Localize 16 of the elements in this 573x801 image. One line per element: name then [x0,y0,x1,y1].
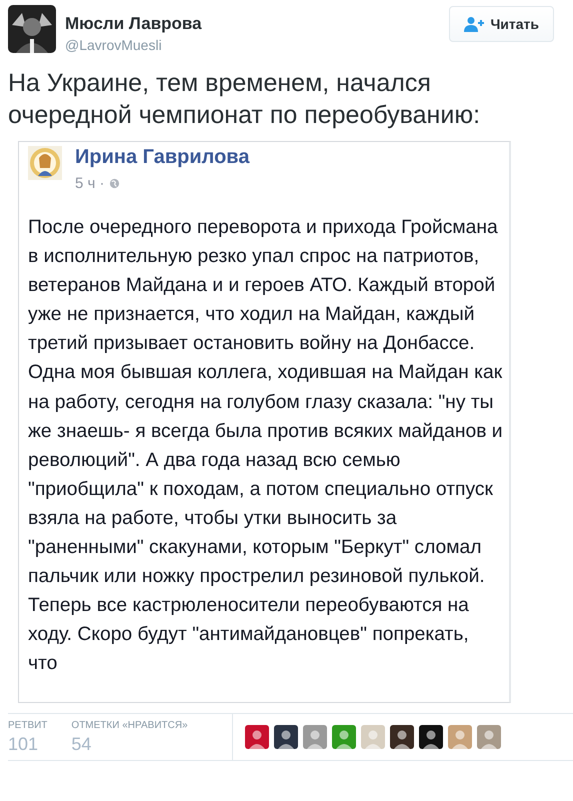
stat-label: РЕТВИТ [8,720,48,731]
stat-label: ОТМЕТКИ «НРАВИТСЯ» [71,720,188,731]
add-user-icon [464,16,484,32]
avatar[interactable] [390,725,414,749]
avatar[interactable] [419,725,443,749]
stat-value[interactable]: 54 [71,734,188,755]
tweet-text: На Украине, тем временем, начался очередной чемпионат по переобуванию: [8,68,482,131]
post-author-name[interactable]: Ирина Гаврилова [75,146,250,169]
globe-icon [108,178,120,189]
post-text: После очередного переворота и прихода Гройсмана в исполнительную резко упал спрос на патриотов, ветеранов Майдана и и героев АТО. Каждый второй уже не признается, что ходил на Майдан, каждый третий призывает остановить войну на Донбассе. Одна моя бывшая коллега, ходившая на Майдан как на работу, сегодня на голубом глазу сказала: "ну ты же знаешь- я всегда была против всяких майданов и революций". А два года назад всю семью "приобщила" к походам, а потом специально отпуск взяла на работе, чтобы утки выносить за "раненными" скакунами, которым "Беркут" сломал пальчик или ножку прострелил резиновой пулькой. Теперь все кастрюленосители переобуваются на ходу. Скоро будут "антимайдановцев" попрекать, что [28,216,503,676]
author-name[interactable]: Мюсли Лаврова [65,14,202,34]
stat-value[interactable]: 101 [8,734,48,755]
post-time[interactable]: 5 ч · [75,175,104,192]
avatar[interactable] [274,725,298,749]
follow-button[interactable]: Читать [449,6,554,42]
author-handle[interactable]: @LavrovMuesli [65,37,202,53]
